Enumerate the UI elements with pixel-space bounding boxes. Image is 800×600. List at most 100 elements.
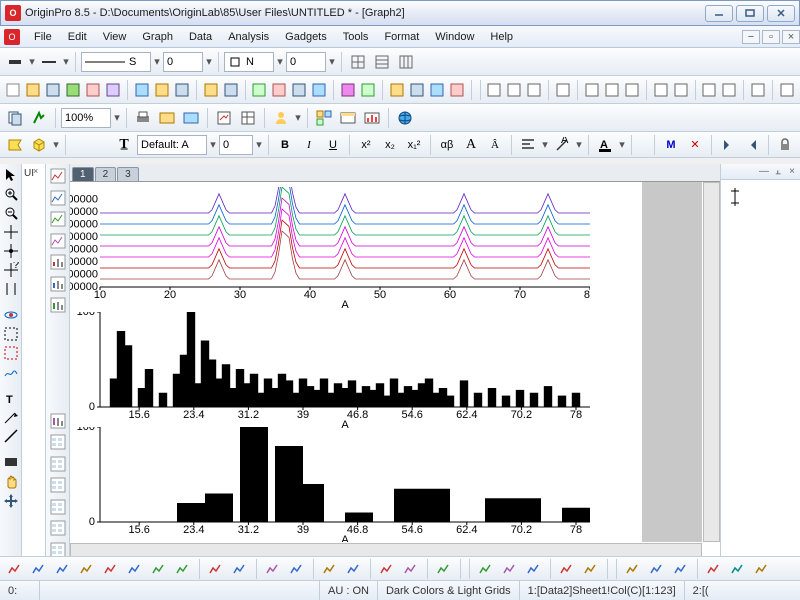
marker-select[interactable]: N: [224, 52, 274, 72]
status-source-2[interactable]: 2:[(: [685, 581, 717, 600]
superscript-button[interactable]: x²: [355, 134, 377, 156]
rescale-2-icon[interactable]: [720, 79, 738, 101]
menu-tools[interactable]: Tools: [335, 29, 377, 45]
plot-color-map-icon[interactable]: [229, 558, 251, 580]
mdi-minimize[interactable]: −: [742, 30, 760, 44]
chevron-down-icon[interactable]: ▾: [209, 138, 217, 151]
open-icon[interactable]: [24, 79, 42, 101]
import-wizard-icon[interactable]: [270, 79, 288, 101]
edit-graph-icon[interactable]: [213, 107, 235, 129]
nav-last-icon[interactable]: [741, 134, 763, 156]
plot-h-line-icon[interactable]: [52, 558, 74, 580]
menu-window[interactable]: Window: [427, 29, 482, 45]
chart-icon[interactable]: [448, 79, 466, 101]
line-style-icon[interactable]: [38, 51, 60, 73]
recalc-icon[interactable]: [359, 79, 377, 101]
run-icon[interactable]: [28, 107, 50, 129]
graph-template-1[interactable]: [47, 188, 69, 209]
mdi-close[interactable]: ×: [782, 30, 800, 44]
batch-icon[interactable]: [388, 79, 406, 101]
panel-close-icon[interactable]: ×: [786, 166, 798, 178]
export-icon[interactable]: [290, 79, 308, 101]
save-export-icon[interactable]: [310, 79, 328, 101]
plot-more-1-icon[interactable]: [556, 558, 578, 580]
save-matrix-icon[interactable]: [104, 79, 122, 101]
align-left-icon[interactable]: [517, 134, 539, 156]
results-icon[interactable]: [428, 79, 446, 101]
layout-2-icon[interactable]: [505, 79, 523, 101]
font-ahat-button[interactable]: Â: [484, 134, 506, 156]
plot-line-symbol-icon[interactable]: [100, 558, 122, 580]
menu-edit[interactable]: Edit: [60, 29, 95, 45]
plot-line-icon[interactable]: [4, 558, 26, 580]
layout-3-icon[interactable]: [525, 79, 543, 101]
bold-button[interactable]: B: [274, 134, 296, 156]
chevron-down-icon[interactable]: ▾: [276, 55, 284, 68]
open-folder-icon[interactable]: [202, 79, 220, 101]
add-layer-icon[interactable]: [652, 79, 670, 101]
graph-template-8[interactable]: [47, 432, 69, 453]
plot-align-top-icon[interactable]: [703, 558, 725, 580]
font-size-input[interactable]: [219, 135, 253, 155]
plot-align-right-icon[interactable]: [670, 558, 692, 580]
window-list-icon[interactable]: [313, 107, 335, 129]
chevron-down-icon[interactable]: ▾: [52, 138, 60, 151]
rotate-tool[interactable]: [2, 306, 20, 324]
display-2-icon[interactable]: [180, 107, 202, 129]
extract-3-icon[interactable]: [623, 79, 641, 101]
rescale-1-icon[interactable]: [700, 79, 718, 101]
cube-icon[interactable]: [28, 134, 50, 156]
panel-dash-icon[interactable]: —: [758, 166, 770, 178]
line-style-select[interactable]: S: [81, 52, 151, 72]
graph-template-4[interactable]: [47, 252, 69, 273]
plot-3d-bar-icon[interactable]: [262, 558, 284, 580]
pointer-tool[interactable]: [2, 166, 20, 184]
text-tool[interactable]: T: [2, 389, 20, 407]
lock-icon[interactable]: [774, 134, 796, 156]
region-tool[interactable]: [2, 325, 20, 343]
zoom-select[interactable]: [61, 108, 111, 128]
chevron-down-icon[interactable]: ▾: [153, 55, 161, 68]
plot-align-center-icon[interactable]: [646, 558, 668, 580]
menu-view[interactable]: View: [95, 29, 135, 45]
close-panel-icon[interactable]: ×: [33, 166, 43, 176]
chevron-down-icon[interactable]: ▾: [62, 55, 70, 68]
crosshair-tool[interactable]: [2, 223, 20, 241]
chevron-down-icon[interactable]: ▾: [575, 138, 583, 151]
font-select[interactable]: [137, 135, 207, 155]
layout-1-icon[interactable]: [485, 79, 503, 101]
edit-data-icon[interactable]: [237, 107, 259, 129]
underline-button[interactable]: U: [322, 134, 344, 156]
menu-help[interactable]: Help: [482, 29, 521, 45]
rescale-3-icon[interactable]: [749, 79, 767, 101]
menu-data[interactable]: Data: [181, 29, 220, 45]
plot-column-icon[interactable]: [124, 558, 146, 580]
plot-column-stack-icon[interactable]: [148, 558, 170, 580]
menu-file[interactable]: File: [26, 29, 60, 45]
extract-1-icon[interactable]: [583, 79, 601, 101]
globe-icon[interactable]: [394, 107, 416, 129]
save-all-icon[interactable]: [173, 79, 191, 101]
plot-box-icon[interactable]: [319, 558, 341, 580]
draw-data-tool[interactable]: [2, 363, 20, 381]
link-layer-icon[interactable]: [672, 79, 690, 101]
table-view-icon[interactable]: [337, 107, 359, 129]
swap-icon[interactable]: [778, 79, 796, 101]
save-template-icon[interactable]: [153, 79, 171, 101]
graph-template-11[interactable]: [47, 496, 69, 517]
data-reader-tool[interactable]: ?: [2, 261, 20, 279]
chevron-down-icon[interactable]: ▾: [113, 111, 121, 124]
code-icon[interactable]: [408, 79, 426, 101]
graph-template-0[interactable]: [47, 166, 69, 187]
graph-template-12[interactable]: [47, 518, 69, 539]
maximize-button[interactable]: [736, 5, 764, 22]
plot-stock-icon[interactable]: [433, 558, 455, 580]
plot-more-2-icon[interactable]: [580, 558, 602, 580]
mask-x-button[interactable]: ✕: [684, 134, 706, 156]
plot-vector-icon[interactable]: [523, 558, 545, 580]
grid-btn-2[interactable]: [371, 51, 393, 73]
extract-2-icon[interactable]: [603, 79, 621, 101]
menu-analysis[interactable]: Analysis: [220, 29, 277, 45]
rect-tool[interactable]: [2, 453, 20, 471]
user-icon[interactable]: [270, 107, 292, 129]
